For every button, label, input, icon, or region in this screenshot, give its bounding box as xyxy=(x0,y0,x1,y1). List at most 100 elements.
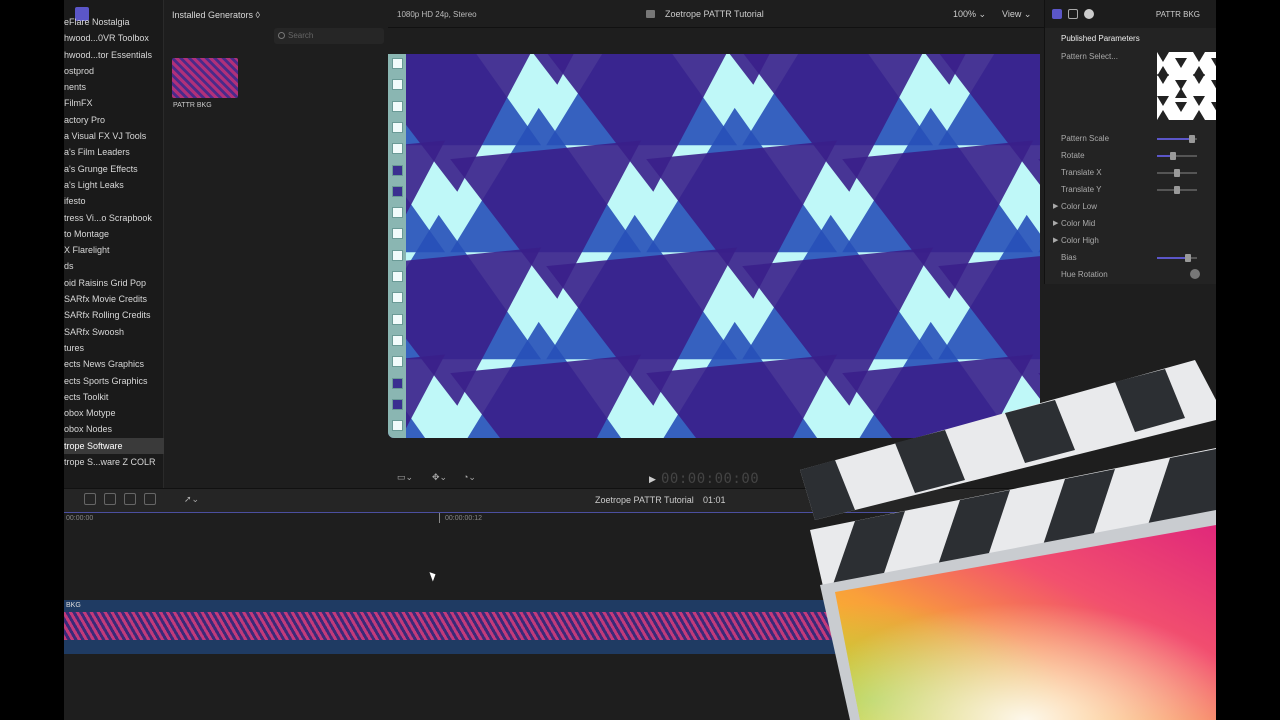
transform-menu-icon[interactable]: ✥⌄ xyxy=(432,472,447,483)
film-inspector-icon[interactable] xyxy=(1068,9,1078,19)
pattern-scale-slider[interactable] xyxy=(1157,135,1197,143)
connect-clip-icon[interactable] xyxy=(84,493,96,505)
sidebar-item[interactable]: SARfx Swoosh xyxy=(64,324,164,340)
color-high-row[interactable]: ▶ Color High xyxy=(1053,236,1099,245)
bias-knob[interactable] xyxy=(1185,254,1191,262)
film-sprocket-hole xyxy=(392,79,403,91)
sidebar-item[interactable]: a's Grunge Effects xyxy=(64,161,164,177)
hue-rotation-dial[interactable] xyxy=(1190,269,1200,279)
sidebar-item[interactable]: obox Motype xyxy=(64,405,164,421)
pattern-scale-knob[interactable] xyxy=(1189,135,1195,143)
sidebar-item[interactable]: a Visual FX VJ Tools xyxy=(64,128,164,144)
ruler-mark-timecode: 00:00:00:12 xyxy=(445,515,482,522)
thumbnail-label: PATTR BKG xyxy=(173,102,212,109)
overwrite-clip-icon[interactable] xyxy=(144,493,156,505)
speed-menu-icon[interactable]: ◔⌄ xyxy=(463,472,476,483)
sidebar-item[interactable]: ds xyxy=(64,258,164,274)
pattern-select-well[interactable] xyxy=(1157,52,1216,120)
clapper-icon xyxy=(646,10,655,18)
sidebar-item[interactable]: tures xyxy=(64,340,164,356)
translate-x-slider[interactable] xyxy=(1157,169,1197,177)
film-sprocket-hole xyxy=(392,249,403,261)
timeline-clip[interactable]: BKG xyxy=(64,600,1216,654)
pattern-scale-label: Pattern Scale xyxy=(1061,134,1110,143)
sidebar-item[interactable]: nents xyxy=(64,79,164,95)
sidebar-item[interactable]: ects Toolkit xyxy=(64,389,164,405)
sidebar-item[interactable]: actory Pro xyxy=(64,112,164,128)
film-sprocket-hole xyxy=(392,420,403,432)
clip-label: BKG xyxy=(66,602,81,609)
film-sprocket-hole xyxy=(392,100,403,112)
sidebar-item[interactable]: trope Software xyxy=(64,437,164,455)
sidebar-item[interactable]: trope S...ware Z COLR xyxy=(64,454,164,470)
generator-category-list: eFlare Nostalgia hwood...0VR Toolbox hwood… xyxy=(64,14,164,470)
sidebar-item[interactable]: SARfx Movie Credits xyxy=(64,291,164,307)
film-sprocket-hole xyxy=(392,228,403,240)
timecode-display[interactable]: 00:00:00:00 xyxy=(661,471,759,487)
play-icon[interactable]: ▶ xyxy=(649,474,656,485)
film-sprocket-hole xyxy=(392,185,403,197)
disclosure-triangle-icon[interactable]: ▶ xyxy=(1053,236,1058,244)
published-parameters-heading: Published Parameters xyxy=(1061,34,1140,43)
color-low-row[interactable]: ▶ Color Low xyxy=(1053,202,1097,211)
sidebar-item[interactable]: hwood...tor Essentials xyxy=(64,47,164,63)
pattern-preview xyxy=(388,54,1040,438)
rotate-knob[interactable] xyxy=(1170,152,1176,160)
translate-y-knob[interactable] xyxy=(1174,186,1180,194)
hue-rotation-label: Hue Rotation xyxy=(1061,270,1108,279)
sidebar-item[interactable]: tress Vi...o Scrapbook xyxy=(64,210,164,226)
sidebar-item[interactable]: ects Sports Graphics xyxy=(64,373,164,389)
bias-slider[interactable] xyxy=(1157,254,1197,262)
disclosure-triangle-icon[interactable]: ▶ xyxy=(1053,202,1058,210)
browser-title[interactable]: Installed Generators ◊ xyxy=(172,10,260,20)
select-tool-icon[interactable]: ➚⌄ xyxy=(184,494,199,505)
timeline-track-area[interactable]: BKG xyxy=(64,526,1216,720)
view-menu[interactable]: View ⌄ xyxy=(1002,9,1031,20)
film-sprocket-hole xyxy=(392,121,403,133)
zoom-menu[interactable]: 100% ⌄ xyxy=(953,9,986,20)
sidebar-item[interactable]: oid Raisins Grid Pop xyxy=(64,275,164,291)
project-format: 1080p HD 24p, Stereo xyxy=(397,10,477,19)
film-strip xyxy=(388,54,406,438)
film-sprocket-hole xyxy=(392,164,403,176)
search-input[interactable]: Search xyxy=(274,28,384,44)
translate-x-knob[interactable] xyxy=(1174,169,1180,177)
pattr-bkg-thumbnail[interactable] xyxy=(172,58,238,98)
sidebar-item[interactable]: ifesto xyxy=(64,193,164,209)
append-clip-icon[interactable] xyxy=(124,493,136,505)
film-sprocket-hole xyxy=(392,334,403,346)
fcp-window: eFlare Nostalgia hwood...0VR Toolbox hwood… xyxy=(64,0,1216,720)
search-icon xyxy=(278,32,285,39)
insert-clip-icon[interactable] xyxy=(104,493,116,505)
translate-y-slider[interactable] xyxy=(1157,186,1197,194)
sidebar-item[interactable]: FilmFX xyxy=(64,95,164,111)
sidebar-item[interactable]: hwood...0VR Toolbox xyxy=(64,30,164,46)
sidebar-item[interactable]: SARfx Rolling Credits xyxy=(64,307,164,323)
pattern-select-label: Pattern Select... xyxy=(1061,52,1118,61)
inspector: PATTR BKG Published Parameters Pattern S… xyxy=(1044,0,1216,284)
timeline-project-title: Zoetrope PATTR Tutorial xyxy=(595,495,694,505)
sidebar-item[interactable]: obox Nodes xyxy=(64,421,164,437)
film-sprocket-hole xyxy=(392,398,403,410)
sidebar-item[interactable]: ostprod xyxy=(64,63,164,79)
sidebar-item[interactable]: X Flarelight xyxy=(64,242,164,258)
sidebar-item[interactable]: to Montage xyxy=(64,226,164,242)
film-sprocket-hole xyxy=(392,377,403,389)
pattern-preview-icon xyxy=(1157,52,1216,120)
sidebar-item[interactable]: a's Film Leaders xyxy=(64,144,164,160)
sidebar-item[interactable]: ects News Graphics xyxy=(64,356,164,372)
rotate-slider[interactable] xyxy=(1157,152,1197,160)
film-sprocket-hole xyxy=(392,143,403,155)
disclosure-triangle-icon[interactable]: ▶ xyxy=(1053,219,1058,227)
display-menu-icon[interactable]: ▭⌄ xyxy=(397,472,413,483)
sidebar-item[interactable]: a's Light Leaks xyxy=(64,177,164,193)
viewer-canvas[interactable] xyxy=(388,54,1040,438)
info-icon[interactable] xyxy=(1084,9,1094,19)
viewer-header: 1080p HD 24p, Stereo Zoetrope PATTR Tuto… xyxy=(388,0,1044,28)
film-sprocket-hole xyxy=(392,292,403,304)
color-mid-row[interactable]: ▶ Color Mid xyxy=(1053,219,1095,228)
ruler-start-timecode: 00:00:00 xyxy=(66,515,94,522)
generator-inspector-icon[interactable] xyxy=(1052,9,1062,19)
timeline-ruler[interactable]: 00:00:00 00:00:00:12 xyxy=(64,512,1216,526)
sidebar-item[interactable]: eFlare Nostalgia xyxy=(64,14,164,30)
